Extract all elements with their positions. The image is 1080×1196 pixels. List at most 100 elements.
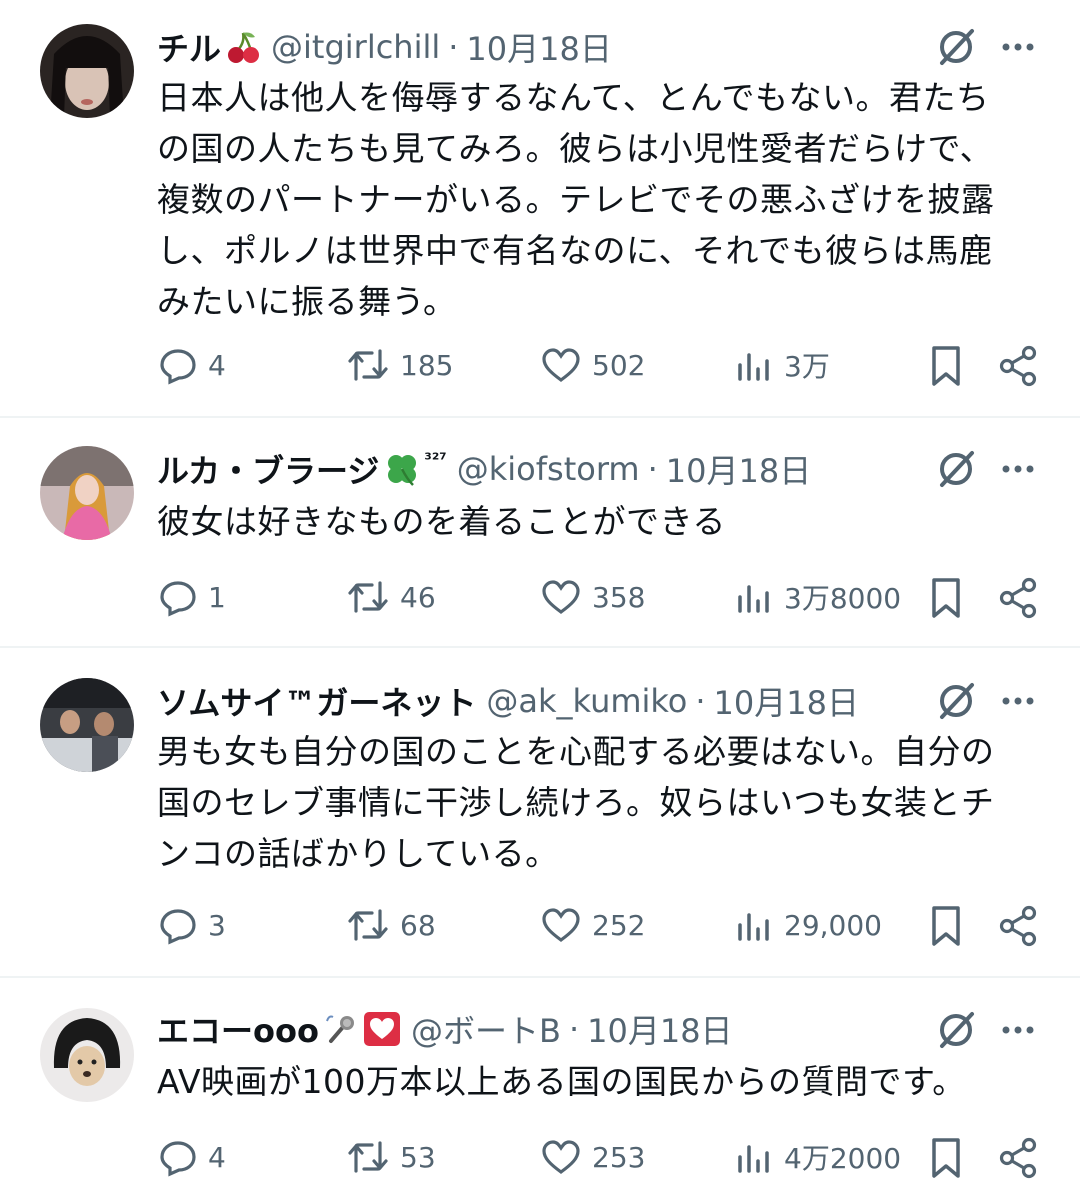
more-icon[interactable] [998,25,1042,69]
like-icon [542,908,580,942]
more-icon[interactable] [998,1008,1042,1052]
reply-icon [160,581,196,617]
reply-button[interactable]: 3 [158,900,226,950]
view-count: 29,000 [784,908,882,942]
tweet-3[interactable]: ソムサイ™ガーネット @ak_kumiko · 10月18日 男も女も自分の国の… [0,648,1080,978]
display-name[interactable]: ソムサイ™ガーネット [157,678,476,724]
views-icon [738,1145,769,1173]
tweet-text: 日本人は他人を侮辱するなんて、とんでもない。君たち の国の人たちも見てみろ。彼ら… [157,78,995,321]
tweet-text: 彼女は好きなものを着ることができる [157,502,726,541]
retweet-icon [348,581,388,613]
reply-icon [160,909,196,945]
view-count: 4万2000 [784,1142,902,1175]
microphone-emoji [323,1011,359,1047]
like-button[interactable]: 252 [540,900,645,950]
grok-icon[interactable] [934,25,978,69]
reply-icon [160,1141,196,1177]
like-button[interactable]: 502 [540,340,645,390]
retweet-count: 46 [400,580,436,614]
tweet-text: AV映画が100万本以上ある国の国民からの質問です。 [157,1062,966,1101]
like-count: 252 [592,908,646,942]
tweet-2[interactable]: ルカ・ブラージ ³²⁷ @kiofstorm · 10月18日 彼女は好きなもの… [0,418,1080,648]
bookmark-icon[interactable] [926,344,966,392]
handle[interactable]: @ボートB [411,1006,561,1052]
avatar[interactable] [40,678,134,772]
separator: · [448,28,459,66]
tweet-header: ソムサイ™ガーネット @ak_kumiko · 10月18日 [157,678,910,724]
retweet-button[interactable]: 68 [346,900,436,950]
retweet-count: 53 [400,1140,436,1174]
like-button[interactable]: 358 [540,572,645,622]
retweet-icon [348,349,388,381]
separator: · [695,682,706,720]
separator: · [568,1010,580,1048]
grok-icon[interactable] [934,679,978,723]
timestamp[interactable]: 10月18日 [466,24,611,70]
more-icon[interactable] [998,679,1042,723]
heart-emoji [363,1011,401,1047]
handle[interactable]: @kiofstorm [457,450,640,488]
action-bar: 1 46 358 3万8000 [0,572,1080,622]
tweet-text: 男も女も自分の国のことを心配する必要はない。自分の 国のセレブ事情に干渉し続けろ… [157,732,995,873]
bookmark-icon[interactable] [926,904,966,952]
tweet-header: チル @itgirlchill · 10月18日 [157,24,910,70]
like-icon [542,1140,580,1174]
more-icon[interactable] [998,447,1042,491]
action-bar: 4 53 253 4万2000 [0,1132,1080,1182]
views-icon [738,585,769,613]
retweet-button[interactable]: 185 [346,340,453,390]
reply-count: 4 [208,348,226,382]
share-icon[interactable] [996,344,1040,392]
like-count: 502 [592,348,646,382]
display-name[interactable]: チル [157,24,221,70]
grok-icon[interactable] [934,1008,978,1052]
action-bar: 3 68 252 29,000 [0,900,1080,950]
avatar[interactable] [40,24,134,118]
action-bar: 4 185 502 3万 [0,340,1080,390]
reply-icon [160,349,196,385]
separator: · [647,450,658,488]
timestamp[interactable]: 10月18日 [587,1006,732,1052]
share-icon[interactable] [996,576,1040,624]
reply-count: 3 [208,908,226,942]
view-count: 3万8000 [784,582,902,615]
retweet-button[interactable]: 53 [346,1132,436,1182]
grok-icon[interactable] [934,447,978,491]
display-name[interactable]: エコーooo [157,1006,319,1052]
tweet-header: ルカ・ブラージ ³²⁷ @kiofstorm · 10月18日 [157,446,910,492]
reply-count: 4 [208,1140,226,1174]
cherries-emoji [225,29,261,65]
retweet-count: 68 [400,908,436,942]
like-icon [542,580,580,614]
handle[interactable]: @ak_kumiko [486,682,687,720]
display-name[interactable]: ルカ・ブラージ [157,446,379,492]
share-icon[interactable] [996,1136,1040,1184]
like-count: 358 [592,580,646,614]
bookmark-icon[interactable] [926,1136,966,1184]
avatar[interactable] [40,1008,134,1102]
views-button[interactable]: 4万2000 [734,1132,901,1182]
timestamp[interactable]: 10月18日 [714,678,859,724]
like-button[interactable]: 253 [540,1132,645,1182]
superscript-number: ³²⁷ [424,450,447,470]
like-icon [542,348,580,382]
reply-button[interactable]: 4 [158,1132,226,1182]
handle[interactable]: @itgirlchill [271,28,440,66]
views-button[interactable]: 29,000 [734,900,882,950]
avatar[interactable] [40,446,134,540]
views-button[interactable]: 3万 [734,340,830,390]
tweet-1[interactable]: チル @itgirlchill · 10月18日 日本人は他人を侮辱するなんて、… [0,0,1080,418]
reply-button[interactable]: 4 [158,340,226,390]
retweet-count: 185 [400,348,454,382]
share-icon[interactable] [996,904,1040,952]
retweet-button[interactable]: 46 [346,572,436,622]
retweet-icon [348,1141,388,1173]
reply-button[interactable]: 1 [158,572,226,622]
timestamp[interactable]: 10月18日 [666,446,811,492]
tweet-4[interactable]: エコーooo @ボートB · 10月18日 AV映画が100万本以上ある国の国民… [0,978,1080,1196]
views-button[interactable]: 3万8000 [734,572,901,622]
views-icon [738,913,769,941]
bookmark-icon[interactable] [926,576,966,624]
reply-count: 1 [208,580,226,614]
tweet-header: エコーooo @ボートB · 10月18日 [157,1006,910,1052]
